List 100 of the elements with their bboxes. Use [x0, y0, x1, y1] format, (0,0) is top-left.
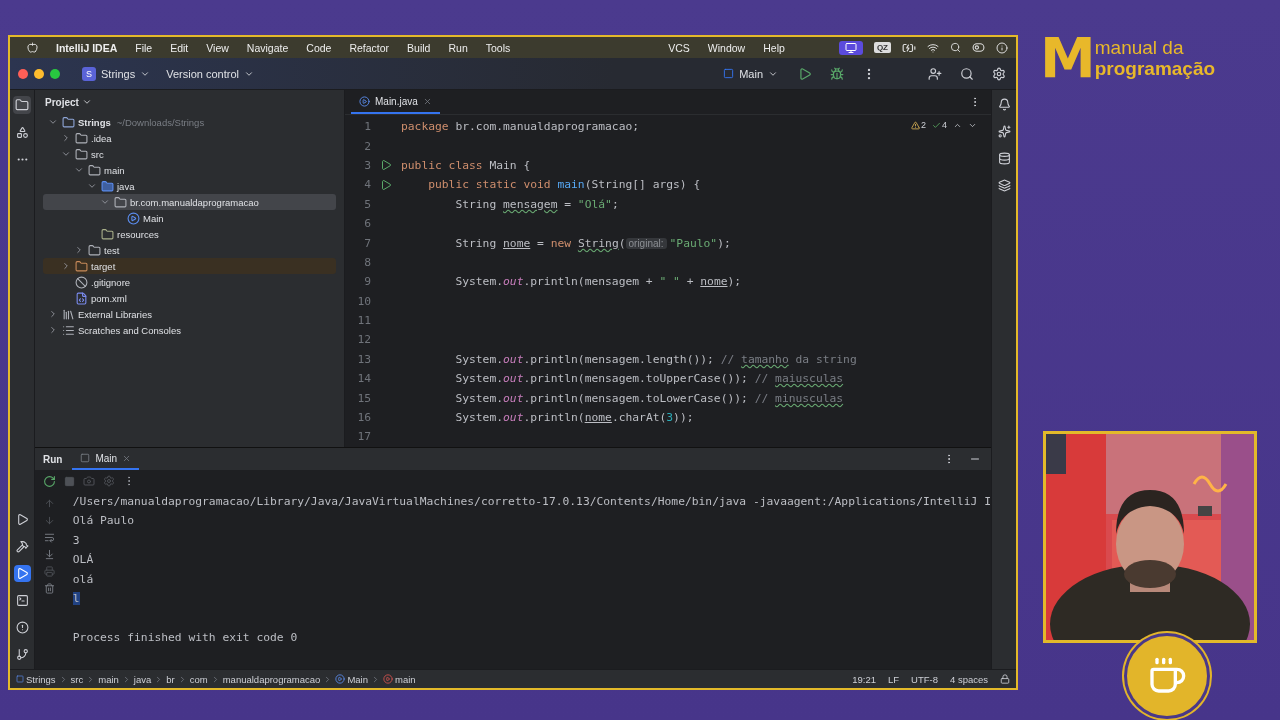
project-tool-button[interactable] [13, 96, 31, 114]
line-ending[interactable]: LF [887, 673, 900, 685]
breadcrumb[interactable]: java [133, 673, 152, 685]
monitor-icon [844, 41, 857, 54]
screen-share-button[interactable] [838, 40, 863, 55]
breadcrumb[interactable]: Main [335, 673, 368, 685]
scroll-end-icon[interactable] [44, 549, 56, 560]
breadcrumb[interactable]: com [189, 673, 208, 685]
editor-tab[interactable]: Main.java [351, 90, 440, 114]
chevron-icon[interactable] [61, 261, 71, 271]
build-tool-button[interactable] [13, 538, 31, 555]
vcs-selector[interactable]: Version control [162, 65, 258, 82]
run-icon[interactable] [380, 159, 392, 172]
layers-icon [997, 179, 1011, 192]
tree-item[interactable]: Scratches and Consoles [43, 322, 336, 338]
breadcrumb[interactable]: Strings [16, 673, 56, 685]
line-number: 10 [356, 294, 371, 308]
chevron-icon [81, 97, 92, 107]
menu-item[interactable]: Help [754, 41, 794, 54]
tree-item[interactable]: target [43, 258, 336, 274]
code-line: System.out.println(mensagem.length()); // tamanho da string [454, 352, 857, 366]
line-number: 11 [356, 314, 371, 328]
apple-icon [27, 42, 38, 53]
console-line: 3 [72, 533, 80, 547]
chevron-icon[interactable] [74, 165, 84, 175]
caret-position[interactable]: 19:21 [852, 673, 876, 685]
wrap-icon[interactable] [44, 532, 56, 543]
breadcrumb[interactable]: main [98, 673, 119, 685]
class-icon [335, 674, 346, 684]
line-number: 1 [363, 120, 371, 134]
file-encoding[interactable]: UTF-8 [911, 673, 938, 685]
line-number: 4 [363, 178, 371, 192]
tree-item[interactable]: External Libraries [43, 306, 336, 322]
tree-item[interactable]: Main [43, 210, 336, 226]
breadcrumb[interactable]: main [383, 673, 416, 685]
menu-item[interactable]: Build [398, 41, 440, 54]
tree-item[interactable]: .gitignore [43, 274, 336, 290]
chevron-icon[interactable] [61, 133, 71, 143]
folder-icon [101, 227, 114, 241]
minimize-dot[interactable] [34, 68, 44, 79]
chevron-icon[interactable] [48, 325, 58, 335]
menu-item[interactable]: Window [698, 41, 755, 54]
assistant-button[interactable] [995, 123, 1013, 140]
menu-item[interactable]: View [197, 41, 238, 54]
folder-icon [101, 179, 114, 193]
square-icon [80, 453, 91, 463]
chevron-icon[interactable] [61, 149, 71, 159]
trash-icon[interactable] [44, 583, 56, 594]
menu-item[interactable]: Navigate [237, 41, 298, 54]
chevron-icon[interactable] [48, 117, 58, 127]
line-number: 2 [363, 139, 371, 153]
run-icon[interactable] [380, 178, 392, 191]
tree-item[interactable]: java [43, 178, 336, 194]
line-number: 6 [363, 217, 371, 231]
menu-item[interactable]: Refactor [340, 41, 399, 54]
run-tab[interactable]: Main [72, 448, 140, 470]
tree-item[interactable]: src [43, 146, 336, 162]
tree-item[interactable]: pom.xml [43, 290, 336, 306]
menu-item[interactable]: Tools [476, 41, 520, 54]
chevron-icon[interactable] [74, 245, 84, 255]
folder-icon [15, 98, 29, 112]
breadcrumb[interactable]: src [70, 673, 84, 685]
maven-button[interactable] [995, 177, 1013, 194]
line-number: 5 [363, 197, 371, 211]
menu-item[interactable]: VCS [659, 41, 699, 54]
breadcrumb[interactable]: manualdaprogramacao [222, 673, 321, 685]
menu-item[interactable]: Edit [161, 41, 198, 54]
tree-item[interactable]: Strings ~/Downloads/Strings [43, 114, 336, 130]
menu-item[interactable]: Run [439, 41, 477, 54]
tree-item[interactable]: br.com.manualdaprogramacao [43, 194, 336, 210]
menu-extra[interactable]: QZ [873, 42, 891, 53]
wifi-icon[interactable] [927, 41, 939, 54]
control-center-icon[interactable] [972, 41, 985, 54]
indent-setting[interactable]: 4 spaces [949, 673, 988, 685]
chevron-icon[interactable] [48, 309, 58, 319]
database-icon [997, 152, 1011, 165]
info-icon[interactable] [996, 41, 1008, 54]
tree-item[interactable]: main [43, 162, 336, 178]
tree-item[interactable]: resources [43, 226, 336, 242]
search-icon[interactable] [950, 42, 961, 53]
lock-icon[interactable] [1000, 674, 1010, 684]
menu-item[interactable]: IntelliJ IDEA [47, 41, 127, 54]
tree-item[interactable]: test [43, 242, 336, 258]
run-config-selector[interactable]: Main [719, 65, 782, 82]
inspection-widget[interactable]: 2 4 [910, 120, 977, 130]
menu-item[interactable]: File [126, 41, 162, 54]
breadcrumb[interactable]: br [166, 673, 175, 685]
menu-item[interactable]: Code [297, 41, 341, 54]
close-dot[interactable] [18, 68, 28, 79]
zoom-dot[interactable] [50, 68, 60, 79]
square-icon [723, 68, 735, 79]
tree-item[interactable]: .idea [43, 130, 336, 146]
run-tool-button[interactable] [13, 565, 31, 582]
warning-icon [910, 120, 920, 130]
chevron-icon[interactable] [87, 181, 97, 191]
panel-title[interactable]: Project [45, 96, 92, 108]
close-icon [422, 96, 432, 106]
problems-tool-button[interactable] [13, 619, 31, 636]
rerun-icon[interactable] [43, 474, 56, 488]
project-selector[interactable]: S Strings [78, 64, 155, 83]
